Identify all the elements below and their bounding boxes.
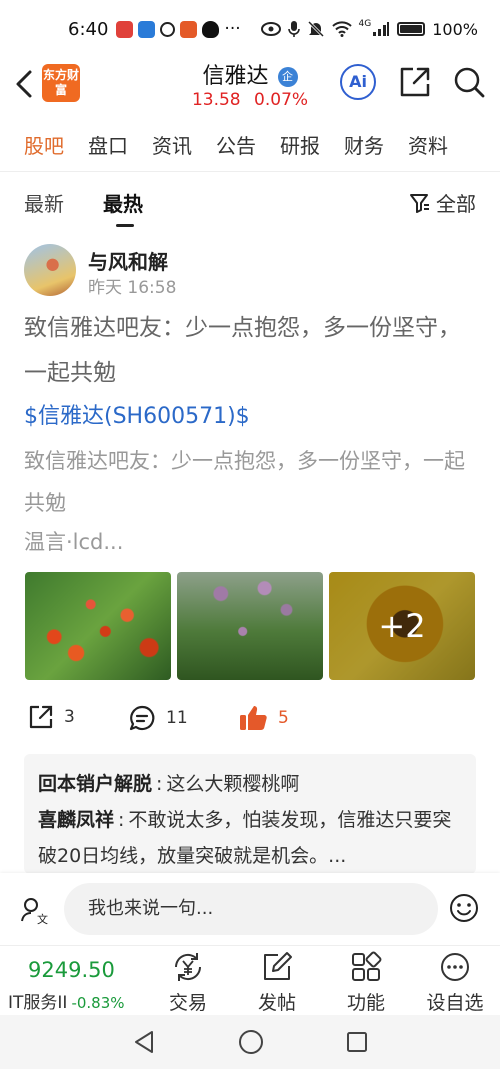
post-excerpt-more[interactable]: 温言·lcd... <box>24 526 123 556</box>
emoji-icon[interactable] <box>448 892 480 924</box>
tab-guba[interactable]: 股吧 <box>24 122 64 170</box>
tab-latest[interactable]: 最新 <box>24 188 64 217</box>
tab-announcements[interactable]: 公告 <box>216 122 256 170</box>
thumbs-up-icon <box>240 706 267 730</box>
comment-action[interactable]: 11 <box>128 704 188 732</box>
more-images-count: +2 <box>329 572 475 680</box>
comment-text: 这么大颗樱桃啊 <box>166 773 300 795</box>
stock-name: 信雅达 <box>202 64 269 89</box>
battery-level: 100% <box>432 19 478 39</box>
ai-button[interactable]: Ai <box>340 64 376 100</box>
wifi-icon <box>331 21 352 37</box>
comments-preview[interactable]: 回本销户解脱: 这么大颗樱桃啊 喜麟凤祥: 不敢说太多，怕装发现，信雅达只要突破20… <box>24 754 476 874</box>
tab-finance[interactable]: 财务 <box>344 122 384 170</box>
comment-count: 11 <box>166 708 188 728</box>
notification-icons: ··· <box>116 19 241 39</box>
tab-profile[interactable]: 资料 <box>408 122 448 170</box>
post-actions: 3 11 5 <box>24 700 484 736</box>
status-time: 6:40 <box>68 18 109 40</box>
nav-trade-label: 交易 <box>168 992 207 1014</box>
telegram-icon <box>160 21 176 37</box>
filter-icon <box>410 193 429 213</box>
stock-change: 0.07% <box>254 90 309 110</box>
battery-icon <box>397 22 426 36</box>
more-notifications: ··· <box>224 19 241 39</box>
compose-icon <box>264 952 292 980</box>
search-icon[interactable] <box>452 65 486 99</box>
mic-icon <box>287 21 300 37</box>
svg-text:文: 文 <box>37 912 48 925</box>
enterprise-badge: 企 <box>277 67 298 87</box>
nav-post[interactable]: 发帖 <box>242 950 312 1015</box>
stock-price: 13.58 <box>191 90 241 110</box>
comment-author[interactable]: 喜麟凤祥 <box>38 809 114 831</box>
system-navigation-bar <box>0 1015 500 1069</box>
comment-item: 喜麟凤祥: 不敢说太多，怕装发现，信雅达只要突破20日均线，放量突破就是机会。..… <box>38 802 462 874</box>
index-value: 9249.50 <box>28 958 115 982</box>
nav-back-icon[interactable] <box>132 1029 156 1055</box>
post-image-sunflower[interactable]: +2 <box>329 572 475 680</box>
back-arrow-icon[interactable] <box>10 66 36 102</box>
network-type: 4G <box>358 19 372 29</box>
comment-icon <box>129 705 155 731</box>
like-count: 5 <box>278 708 289 728</box>
share-action[interactable]: 3 <box>28 704 75 730</box>
post-image-cherries[interactable] <box>25 572 171 680</box>
nav-post-label: 发帖 <box>257 992 296 1014</box>
post-body[interactable]: 致信雅达吧友：少一点抱怨，多一份坚守，一起共勉 <box>24 440 482 524</box>
share-icon[interactable] <box>398 65 432 99</box>
nav-functions-label: 功能 <box>346 992 385 1014</box>
app-notification-icon <box>116 20 134 38</box>
app-notification-icon <box>138 20 156 38</box>
main-tabs: 股吧 盘口 资讯 公告 研报 财务 资料 <box>0 122 500 172</box>
tab-research[interactable]: 研报 <box>280 122 320 170</box>
index-change: -0.83% <box>71 994 125 1012</box>
more-dots-icon <box>441 953 469 981</box>
nav-functions[interactable]: 功能 <box>331 950 401 1015</box>
post-author[interactable]: 与风和解 <box>88 246 168 275</box>
tab-news[interactable]: 资讯 <box>152 122 192 170</box>
tab-pankou[interactable]: 盘口 <box>88 122 128 170</box>
stock-header: 信雅达 企 13.58 0.07% 东方财富 Ai <box>0 58 500 116</box>
nav-watchlist[interactable]: 设自选 <box>420 950 490 1015</box>
comment-input-bar: 文 我也来说一句... <box>0 873 500 945</box>
post-time: 昨天 16:58 <box>88 278 177 298</box>
avatar[interactable] <box>24 244 76 296</box>
share-icon <box>29 705 53 729</box>
comment-item: 回本销户解脱: 这么大颗樱桃啊 <box>38 766 462 802</box>
active-tab-indicator <box>116 224 134 227</box>
nav-home-icon[interactable] <box>238 1029 264 1055</box>
eye-icon <box>260 22 281 36</box>
nav-recents-icon[interactable] <box>345 1029 369 1055</box>
sort-tabs: 最新 最热 全部 <box>0 178 500 230</box>
post-title[interactable]: 致信雅达吧友：少一点抱怨，多一份坚守，一起共勉 <box>24 306 464 396</box>
share-count: 3 <box>64 707 75 727</box>
comment-separator: : <box>118 809 125 831</box>
stock-link[interactable]: $信雅达(SH600571)$ <box>24 398 250 430</box>
filter-button[interactable]: 全部 <box>408 188 476 217</box>
eastmoney-logo[interactable]: 东方财富 <box>42 64 80 102</box>
signal-icon <box>373 22 390 36</box>
index-label: IT服务II -0.83% <box>8 988 125 1013</box>
nav-watchlist-label: 设自选 <box>426 992 484 1014</box>
bottom-bar: 9249.50 IT服务II -0.83% 交易 发帖 功能 设自选 <box>0 945 500 1015</box>
filter-label: 全部 <box>436 192 476 216</box>
yuan-exchange-icon <box>174 953 202 981</box>
qq-icon <box>202 20 220 38</box>
nav-trade[interactable]: 交易 <box>153 950 223 1015</box>
grid-apps-icon <box>352 951 382 981</box>
comment-separator: : <box>156 773 163 795</box>
status-bar: 6:40 ··· 4G 100% <box>0 0 500 58</box>
like-action[interactable]: 5 <box>238 704 289 732</box>
tab-hot[interactable]: 最热 <box>103 188 143 217</box>
index-name: IT服务II <box>8 993 68 1013</box>
comment-input[interactable]: 我也来说一句... <box>64 883 438 935</box>
post-image-flowers[interactable] <box>177 572 323 680</box>
app-notification-icon <box>180 20 198 38</box>
comment-author[interactable]: 回本销户解脱 <box>38 773 152 795</box>
voice-input-icon[interactable]: 文 <box>20 895 50 925</box>
mute-icon <box>307 20 324 38</box>
